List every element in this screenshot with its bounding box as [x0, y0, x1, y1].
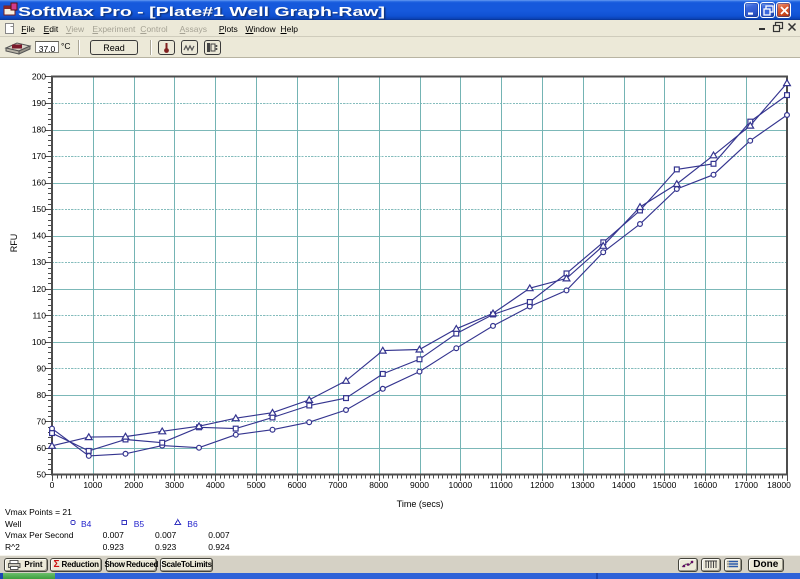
svg-text:7000: 7000: [328, 480, 347, 490]
svg-text:70: 70: [37, 416, 47, 426]
svg-text:12000: 12000: [530, 480, 554, 490]
svg-text:90: 90: [37, 363, 47, 373]
svg-text:50: 50: [37, 470, 47, 480]
svg-text:8000: 8000: [369, 480, 388, 490]
svg-text:120: 120: [32, 284, 46, 294]
svg-text:10000: 10000: [448, 480, 472, 490]
svg-text:130: 130: [32, 257, 46, 267]
svg-text:3000: 3000: [165, 480, 184, 490]
svg-text:6000: 6000: [288, 480, 307, 490]
svg-text:9000: 9000: [410, 480, 429, 490]
svg-text:11000: 11000: [490, 480, 513, 490]
svg-text:RFU: RFU: [9, 234, 19, 253]
svg-text:4000: 4000: [206, 480, 225, 490]
svg-text:180: 180: [32, 125, 46, 135]
svg-text:190: 190: [32, 98, 46, 108]
svg-text:60: 60: [37, 443, 47, 453]
svg-text:160: 160: [32, 178, 46, 188]
svg-text:16000: 16000: [693, 480, 717, 490]
svg-text:14000: 14000: [612, 480, 636, 490]
svg-text:80: 80: [37, 390, 47, 400]
svg-text:18000: 18000: [767, 480, 791, 490]
svg-text:100: 100: [32, 337, 46, 347]
svg-text:150: 150: [32, 204, 46, 214]
svg-text:13000: 13000: [571, 480, 595, 490]
svg-text:170: 170: [32, 151, 46, 161]
svg-text:2000: 2000: [124, 480, 143, 490]
svg-text:17000: 17000: [734, 480, 758, 490]
svg-text:200: 200: [32, 72, 46, 82]
svg-text:110: 110: [32, 310, 46, 320]
svg-text:0: 0: [50, 480, 55, 490]
svg-text:5000: 5000: [247, 480, 266, 490]
svg-text:15000: 15000: [653, 480, 677, 490]
svg-text:1000: 1000: [83, 480, 102, 490]
svg-text:140: 140: [32, 231, 46, 241]
svg-text:Time (secs): Time (secs): [397, 499, 444, 509]
